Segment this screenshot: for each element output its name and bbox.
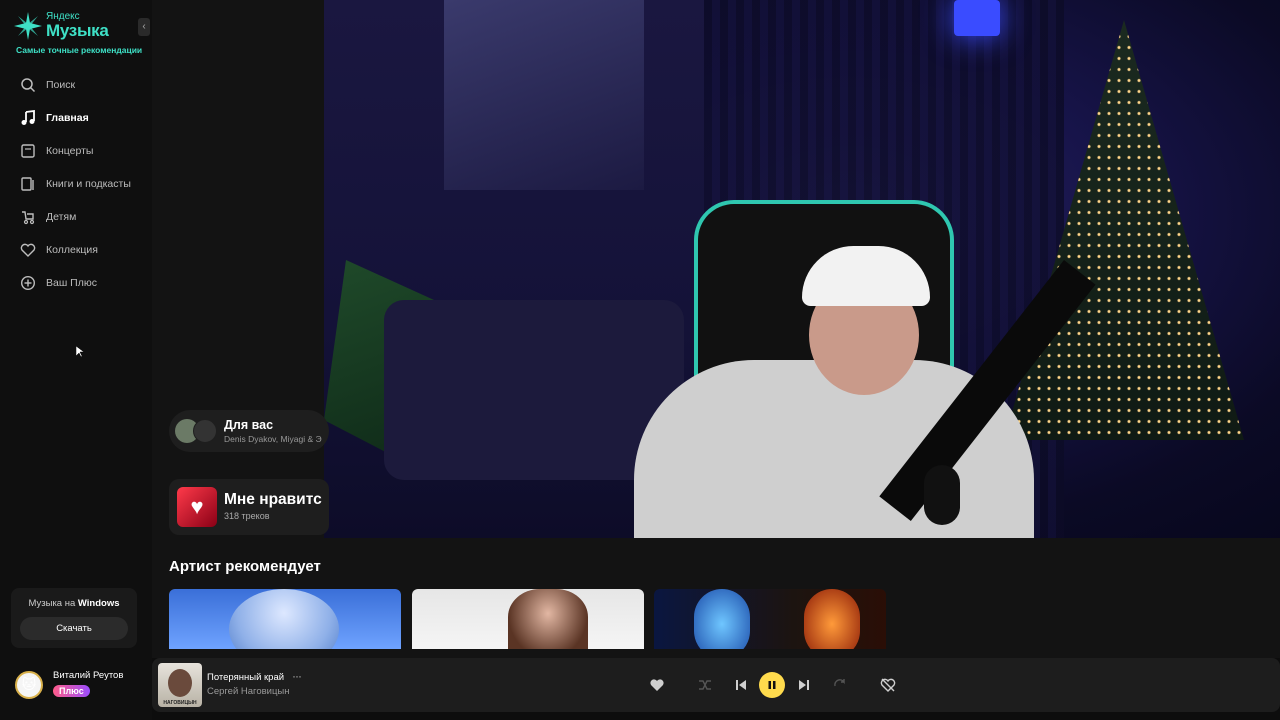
- for-you-subtitle: Denis Dyakov, Miyagi & Э: [224, 434, 322, 444]
- nav-item-books[interactable]: Книги и подкасты: [20, 167, 131, 200]
- nav-item-plus[interactable]: Ваш Плюс: [20, 266, 131, 299]
- artist-image: [804, 589, 860, 649]
- shuffle-button[interactable]: [692, 672, 718, 698]
- nav-item-label: Детям: [46, 210, 77, 223]
- heart-icon: ♥: [190, 494, 204, 519]
- heart-icon: [20, 243, 36, 257]
- sidebar: Яндекс Музыка Самые точные рекомендации …: [0, 0, 152, 720]
- tagline: Самые точные рекомендации: [16, 45, 143, 55]
- track-cover[interactable]: НАГОВИЦЫН: [158, 663, 202, 707]
- stroller-icon: [22, 210, 35, 224]
- windows-card-prefix: Музыка на: [28, 598, 78, 609]
- logo[interactable]: Яндекс Музыка: [14, 12, 109, 40]
- repeat-button[interactable]: [827, 672, 853, 698]
- pause-icon: [768, 681, 776, 689]
- video-overlay: [324, 0, 1280, 538]
- dislike-button[interactable]: [875, 672, 901, 698]
- nav-item-home[interactable]: Главная: [20, 101, 131, 134]
- for-you-card[interactable]: Для вас Denis Dyakov, Miyagi & Э: [169, 410, 329, 452]
- video-microphone: [924, 465, 960, 525]
- user-name: Виталий Реутов: [53, 670, 124, 681]
- music-note-icon: [21, 109, 35, 125]
- artist-image: [508, 589, 588, 649]
- more-options-button[interactable]: ···: [292, 669, 302, 683]
- user-profile[interactable]: 🐱 Виталий Реутов Плюс: [15, 670, 123, 699]
- recommend-card[interactable]: [412, 589, 644, 649]
- skip-next-icon: [799, 680, 809, 690]
- collapse-sidebar-button[interactable]: ‹: [138, 18, 150, 36]
- for-you-avatars: [175, 419, 219, 443]
- search-icon: [21, 77, 36, 92]
- liked-cover: ♥: [177, 487, 217, 527]
- download-button[interactable]: Скачать: [20, 617, 128, 640]
- nav-item-label: Поиск: [46, 78, 76, 91]
- repeat-icon: [834, 679, 845, 687]
- ticket-icon: [21, 143, 35, 158]
- next-button[interactable]: [791, 672, 817, 698]
- yandex-music-star-icon: [14, 12, 42, 40]
- for-you-title: Для вас: [224, 418, 274, 432]
- player-bar: НАГОВИЦЫН Потерянный край Сергей Наговиц…: [152, 658, 1280, 712]
- previous-button[interactable]: [728, 672, 754, 698]
- recommend-card[interactable]: [169, 589, 401, 649]
- windows-app-card: Музыка на Windows Скачать: [11, 588, 137, 648]
- nav-item-label: Концерты: [46, 144, 94, 157]
- plus-circle-icon: [20, 275, 36, 290]
- nav-item-label: Коллекция: [46, 243, 98, 256]
- artist-image: [694, 589, 750, 649]
- nav-item-label: Ваш Плюс: [46, 276, 97, 289]
- like-button[interactable]: [644, 672, 670, 698]
- video-poster: [444, 0, 644, 190]
- liked-count: 318 треков: [224, 511, 270, 521]
- dislike-icon: [880, 678, 896, 692]
- skip-previous-icon: [736, 680, 746, 690]
- nav-item-collection[interactable]: Коллекция: [20, 233, 131, 266]
- nav-item-label: Главная: [46, 111, 89, 124]
- artist-recommends-title[interactable]: Артист рекомендует: [169, 558, 321, 575]
- avatar[interactable]: 🐱: [15, 670, 43, 699]
- main-nav: Поиск Главная Концерты Книги и подкасты …: [20, 68, 131, 299]
- nav-item-search[interactable]: Поиск: [20, 68, 131, 101]
- nav-item-label: Книги и подкасты: [46, 177, 131, 190]
- track-title[interactable]: Потерянный край: [207, 672, 284, 683]
- artist-avatar: [193, 419, 217, 443]
- main-content: Для вас Denis Dyakov, Miyagi & Э ♥ Мне н…: [152, 0, 1280, 658]
- logo-big-text: Музыка: [46, 21, 109, 40]
- cover-face: [168, 669, 192, 697]
- artist-image: [229, 589, 339, 649]
- liked-tracks-card[interactable]: ♥ Мне нравитс 318 треков: [169, 479, 329, 535]
- mouse-cursor-icon: [76, 346, 84, 358]
- windows-card-text: Музыка на Windows: [11, 598, 137, 609]
- shuffle-icon: [699, 680, 711, 690]
- nav-item-kids[interactable]: Детям: [20, 200, 131, 233]
- liked-title: Мне нравитс: [224, 491, 322, 508]
- heart-icon: [650, 679, 664, 691]
- chevron-left-icon: ‹: [142, 21, 146, 32]
- cat-icon: 🐱: [21, 676, 37, 692]
- recommend-card[interactable]: [654, 589, 886, 649]
- windows-card-bold: Windows: [77, 598, 120, 609]
- video-light: [954, 0, 1000, 36]
- book-icon: [21, 176, 34, 191]
- plus-badge[interactable]: Плюс: [53, 685, 90, 697]
- cover-text: НАГОВИЦЫН: [163, 700, 197, 706]
- track-artist[interactable]: Сергей Наговицын: [207, 686, 289, 697]
- pause-button[interactable]: [759, 672, 785, 698]
- nav-item-concerts[interactable]: Концерты: [20, 134, 131, 167]
